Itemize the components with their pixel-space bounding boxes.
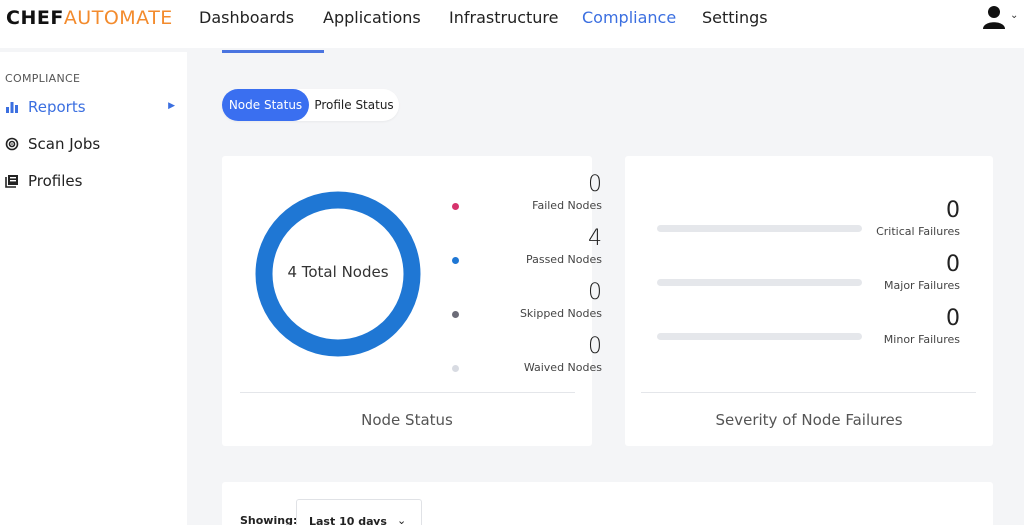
date-range-value: Last 10 days bbox=[309, 515, 387, 525]
passed-label: Passed Nodes bbox=[525, 253, 602, 266]
severity-row-major: 0 Major Failures bbox=[657, 252, 962, 292]
major-count: 0 bbox=[946, 252, 960, 277]
card-divider bbox=[240, 392, 575, 393]
profiles-icon bbox=[5, 175, 18, 188]
legend-skipped-nodes: 0 Skipped Nodes bbox=[452, 280, 602, 320]
sidebar-item-label: Reports bbox=[28, 98, 86, 116]
legend-failed-nodes: 0 Failed Nodes bbox=[452, 172, 602, 212]
logo-chef: CHEF bbox=[6, 7, 64, 29]
user-icon[interactable] bbox=[983, 5, 1005, 29]
critical-bar bbox=[657, 225, 862, 232]
nav-settings[interactable]: Settings bbox=[702, 8, 768, 27]
major-label: Major Failures bbox=[884, 279, 960, 292]
failed-label: Failed Nodes bbox=[532, 199, 602, 212]
caret-right-icon: ▶ bbox=[168, 101, 175, 111]
sidebar-item-profiles[interactable]: Profiles bbox=[5, 172, 180, 190]
sidebar: COMPLIANCE Reports ▶ Scan Jobs Profiles bbox=[0, 52, 187, 525]
top-nav: CHEFAUTOMATE Dashboards Applications Inf… bbox=[0, 0, 1024, 48]
bar-chart-icon bbox=[6, 102, 18, 113]
major-bar bbox=[657, 279, 862, 286]
total-nodes-label: 4 Total Nodes bbox=[287, 263, 389, 281]
passed-dot bbox=[452, 257, 459, 264]
waived-count: 0 bbox=[588, 334, 602, 359]
waived-label: Waived Nodes bbox=[523, 361, 602, 374]
severity-caption: Severity of Node Failures bbox=[715, 411, 903, 429]
sidebar-item-reports[interactable]: Reports ▶ bbox=[5, 98, 180, 116]
node-status-toggle[interactable]: Node Status bbox=[222, 89, 309, 121]
sidebar-item-scan-jobs[interactable]: Scan Jobs bbox=[5, 135, 180, 153]
nav-compliance[interactable]: Compliance bbox=[582, 8, 676, 27]
node-status-card: 4 Total Nodes 0 Failed Nodes 4 Passed No… bbox=[222, 156, 602, 446]
chevron-down-icon: ⌄ bbox=[397, 514, 407, 525]
logo-automate: AUTOMATE bbox=[63, 7, 173, 29]
sidebar-heading: COMPLIANCE bbox=[5, 72, 81, 85]
nav-dashboards[interactable]: Dashboards bbox=[199, 8, 294, 27]
skipped-dot bbox=[452, 311, 459, 318]
chef-automate-logo[interactable]: CHEFAUTOMATE bbox=[6, 7, 173, 29]
showing-label: Showing: bbox=[240, 514, 298, 525]
minor-bar bbox=[657, 333, 862, 340]
legend-waived-nodes: 0 Waived Nodes bbox=[452, 334, 602, 374]
minor-count: 0 bbox=[946, 306, 960, 331]
active-nav-indicator bbox=[222, 50, 324, 53]
severity-row-minor: 0 Minor Failures bbox=[657, 306, 962, 346]
critical-count: 0 bbox=[946, 198, 960, 223]
card-divider bbox=[641, 392, 976, 393]
severity-row-critical: 0 Critical Failures bbox=[657, 198, 962, 238]
failed-dot bbox=[452, 203, 459, 210]
nav-applications[interactable]: Applications bbox=[323, 8, 421, 27]
waived-dot bbox=[452, 365, 459, 372]
date-range-select[interactable]: Last 10 days ⌄ bbox=[296, 499, 422, 525]
profile-status-toggle[interactable]: Profile Status bbox=[309, 89, 399, 121]
nav-infrastructure[interactable]: Infrastructure bbox=[449, 8, 558, 27]
passed-count: 4 bbox=[588, 226, 602, 251]
severity-card: 0 Critical Failures 0 Major Failures 0 M… bbox=[625, 156, 993, 446]
sidebar-item-label: Scan Jobs bbox=[28, 135, 101, 153]
skipped-count: 0 bbox=[588, 280, 602, 305]
chevron-down-icon[interactable]: ⌄ bbox=[1010, 10, 1018, 21]
radar-icon bbox=[5, 137, 19, 151]
filter-bar: Showing: Last 10 days ⌄ bbox=[222, 482, 993, 525]
critical-label: Critical Failures bbox=[876, 225, 960, 238]
node-status-caption: Node Status bbox=[361, 411, 453, 429]
sidebar-item-label: Profiles bbox=[28, 172, 83, 190]
legend-passed-nodes: 4 Passed Nodes bbox=[452, 226, 602, 266]
failed-count: 0 bbox=[588, 172, 602, 197]
skipped-label: Skipped Nodes bbox=[519, 307, 602, 320]
status-toggle: Node Status Profile Status bbox=[222, 89, 399, 121]
minor-label: Minor Failures bbox=[883, 333, 960, 346]
